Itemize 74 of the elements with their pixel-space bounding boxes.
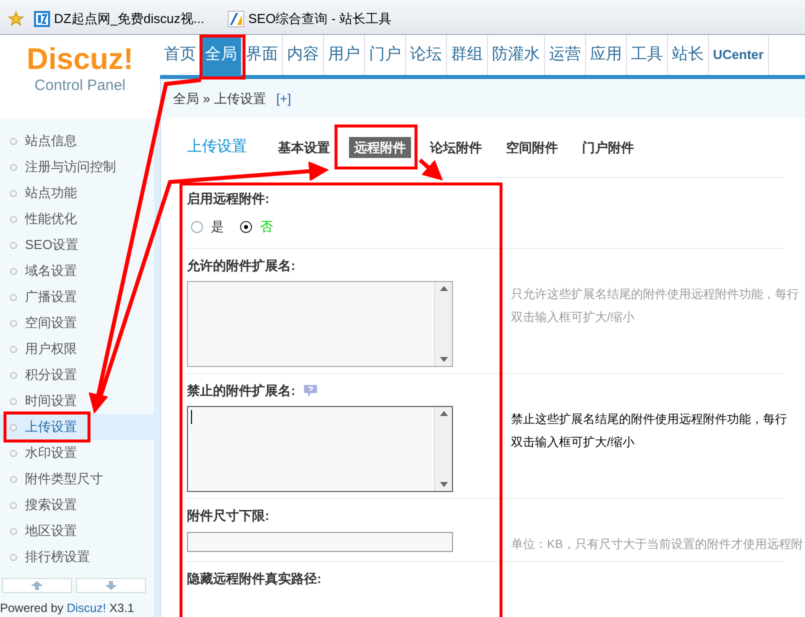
up-arrow-icon [31, 581, 43, 590]
setting-hint: 只允许这些扩展名结尾的附件使用远程附件功能，每行 [511, 286, 799, 303]
sidebar-item[interactable]: 地区设置 [0, 518, 154, 544]
settings-tab[interactable]: 空间附件 [501, 136, 563, 158]
sidebar-item[interactable]: 域名设置 [0, 258, 154, 284]
sidebar-item[interactable]: 上传设置 [0, 414, 154, 440]
scroll-up-icon[interactable] [440, 286, 448, 291]
sidebar-item[interactable]: 站点信息 [0, 128, 154, 154]
nav-tab[interactable]: 运营 [545, 35, 586, 75]
nav-tab[interactable]: 内容 [283, 35, 324, 75]
sidebar-item[interactable]: 用户权限 [0, 336, 154, 362]
scroll-down-icon[interactable] [440, 357, 448, 362]
sidebar-item[interactable]: 积分设置 [0, 362, 154, 388]
sidebar-item[interactable]: 站点功能 [0, 180, 154, 206]
nav-tab[interactable]: UCenter [709, 35, 769, 75]
breadcrumb-text: » [203, 90, 210, 108]
nav-tab[interactable]: 界面 [242, 35, 283, 75]
radio-button[interactable] [240, 221, 252, 233]
breadcrumb-text: 全局 [173, 90, 199, 108]
settings-tab[interactable]: 基本设置 [273, 136, 335, 158]
bookmark-favicon-icon [228, 11, 244, 27]
breadcrumb-text: 上传设置 [214, 90, 266, 108]
highlight-frame [200, 34, 246, 80]
sidebar-item[interactable]: SEO设置 [0, 232, 154, 258]
sidebar-item[interactable]: 搜索设置 [0, 492, 154, 518]
radio-option[interactable]: 是 [191, 217, 224, 237]
setting-hint: 双击输入框可扩大/缩小 [511, 309, 636, 326]
sidebar-item[interactable]: 水印设置 [0, 440, 154, 466]
bookmark-favicon-icon [34, 11, 50, 27]
sidebar-item[interactable]: 排行榜设置 [0, 544, 154, 570]
nav-tab[interactable]: 门户 [365, 35, 406, 75]
setting-hint: 禁止这些扩展名结尾的附件使用远程附件功能，每行 [511, 411, 787, 428]
nav-tab[interactable]: 站长 [668, 35, 709, 75]
sidebar-item[interactable]: 性能优化 [0, 206, 154, 232]
setting-hint: 双击输入框可扩大/缩小 [511, 434, 636, 451]
size-input[interactable] [187, 532, 453, 552]
logo-title: Discuz! [26, 43, 134, 77]
sidebar-item[interactable]: 附件类型尺寸 [0, 466, 154, 492]
radio-button[interactable] [191, 221, 203, 233]
nav-tab[interactable]: 首页 [160, 35, 201, 75]
bookmark-link[interactable]: SEO综合查询 - 站长工具 [228, 9, 392, 29]
nav-tab[interactable]: 论坛 [406, 35, 447, 75]
sidebar-item[interactable]: 注册与访问控制 [0, 154, 154, 180]
extension-textarea[interactable] [187, 406, 453, 492]
settings-tab[interactable]: 远程附件 [349, 136, 411, 158]
nav-tab[interactable]: 群组 [447, 35, 488, 75]
setting-label: 隐藏远程附件真实路径: [187, 570, 322, 588]
sidebar-item[interactable]: 时间设置 [0, 388, 154, 414]
discuz-link[interactable]: Discuz! [66, 601, 106, 615]
bookmark-link[interactable]: DZ起点网_免费discuz视... [34, 9, 204, 29]
setting-hint: 单位：KB，只有尺寸大于当前设置的附件才使用远程附 [511, 536, 804, 553]
nav-tab[interactable]: 应用 [586, 35, 627, 75]
scrollbar[interactable] [434, 282, 452, 366]
down-arrow-icon [105, 581, 117, 590]
scroll-up-icon[interactable] [440, 411, 448, 416]
settings-tab[interactable]: 论坛附件 [425, 136, 487, 158]
nav-tab[interactable]: 工具 [627, 35, 668, 75]
nav-tab[interactable]: 防灌水 [488, 35, 545, 75]
nav-tab[interactable]: 用户 [324, 35, 365, 75]
star-icon[interactable] [8, 11, 24, 27]
sidebar-item[interactable]: 广播设置 [0, 284, 154, 310]
logo-subtitle: Control Panel [34, 77, 126, 95]
settings-tab[interactable]: 门户附件 [577, 136, 639, 158]
add-shortcut-link[interactable]: [+] [276, 88, 292, 108]
powered-by-text: Powered by Discuz! X3.1 [0, 600, 136, 617]
setting-label: 禁止的附件扩展名: [187, 382, 296, 400]
scroll-down-icon[interactable] [440, 482, 448, 487]
annotation-arrow [418, 158, 443, 181]
scrollbar[interactable] [434, 407, 452, 491]
setting-label: 启用远程附件: [187, 190, 270, 208]
setting-label: 附件尺寸下限: [187, 507, 270, 526]
page-title: 上传设置 [187, 137, 247, 158]
sidebar-item[interactable]: 空间设置 [0, 310, 154, 336]
setting-label: 允许的附件扩展名: [187, 257, 296, 276]
